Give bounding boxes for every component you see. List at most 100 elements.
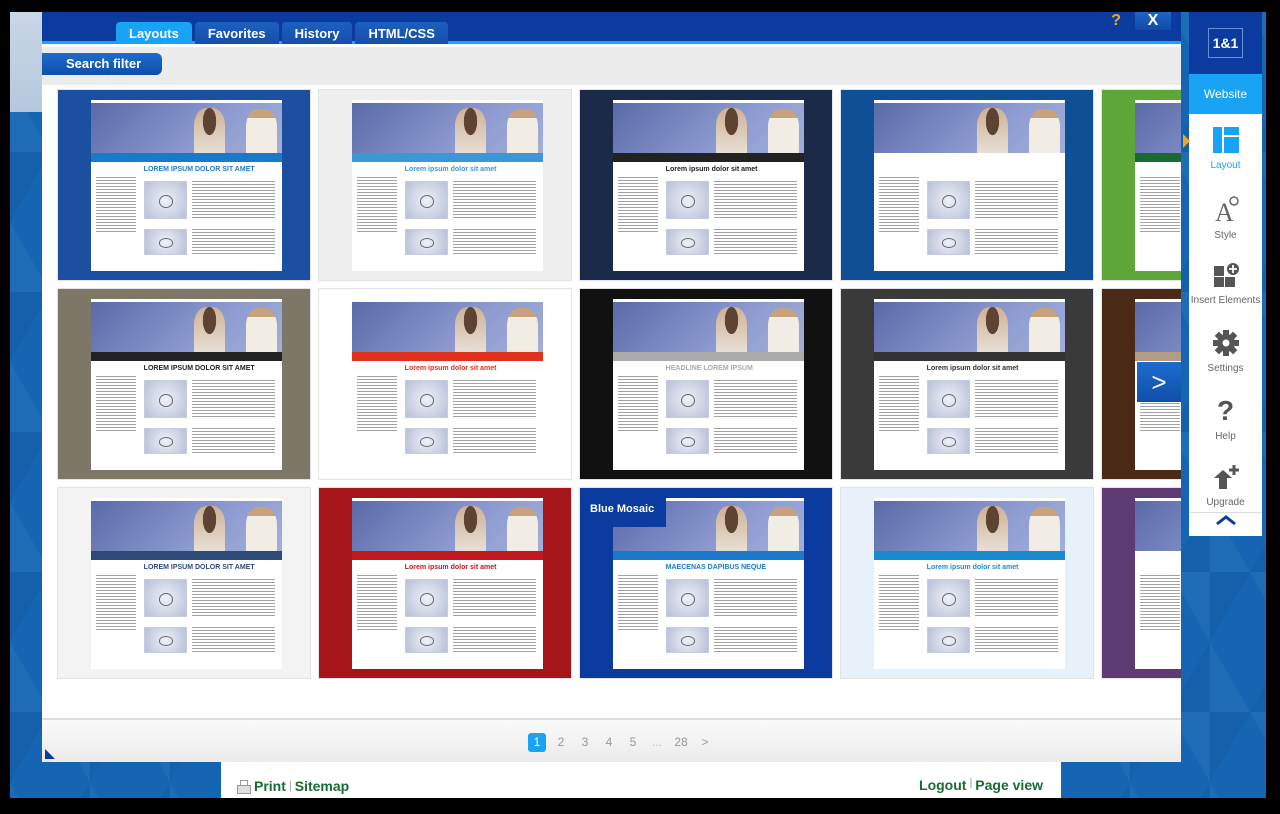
brand-area: 1&1 (1189, 12, 1262, 74)
template-nav (612, 550, 805, 560)
template-hero-image (1134, 501, 1181, 551)
template-thumbnail[interactable]: Lorem ipsum dolor sit amet (579, 89, 833, 281)
template-text (191, 181, 275, 220)
chevron-up-icon (1215, 515, 1236, 526)
sitemap-link[interactable]: Sitemap (295, 778, 349, 794)
template-heading: MAECENAS DAPIBUS NEQUE (665, 564, 767, 571)
print-link[interactable]: Print (254, 778, 286, 794)
template-nav (90, 152, 283, 162)
template-nav (1134, 351, 1181, 361)
page-link-2[interactable]: 2 (552, 733, 570, 752)
upgrade-icon (1213, 465, 1239, 489)
sidebar-item-upgrade[interactable]: Upgrade (1189, 464, 1262, 508)
template-sidebar (617, 575, 659, 633)
template-thumbnail[interactable]: Lorem ipsum dolor sit amet (318, 288, 572, 480)
page-link-1[interactable]: 1 (528, 733, 546, 752)
help-button[interactable]: ? (1111, 12, 1121, 30)
pagination-bar: 1 2 3 4 5... 28 > (42, 718, 1181, 762)
style-icon: A (1215, 196, 1239, 227)
next-page-arrow[interactable]: > (1137, 362, 1181, 402)
sidebar-item-help[interactable]: ? Help (1189, 395, 1262, 442)
template-text (713, 626, 797, 654)
template-thumbnail[interactable]: Lorem ipsum dolor sit amet (318, 89, 572, 281)
tab-history[interactable]: History (281, 22, 353, 44)
template-thumbnail[interactable]: Lorem ipsum (1101, 487, 1181, 679)
template-thumbnail[interactable]: Lorem ipsum dolor sit amet (840, 487, 1094, 679)
template-sidebar (356, 575, 398, 633)
template-thumbnail[interactable]: Lorem ipsum dolor sit amet (840, 288, 1094, 480)
template-hero-image (1134, 302, 1181, 352)
template-thumbnail[interactable]: LOREM IPSUM DOLOR SIT AMET (57, 89, 311, 281)
sidebar-item-style[interactable]: A Style (1189, 195, 1262, 241)
template-text (191, 228, 275, 256)
template-nav (351, 550, 544, 560)
template-hero-image (1134, 103, 1181, 153)
close-button[interactable]: X (1135, 12, 1171, 30)
template-hero-image (90, 501, 283, 551)
template-thumbnail[interactable]: Etiam sit amet (1101, 89, 1181, 281)
template-thumbnail[interactable]: HEADLINE LOREM IPSUM (579, 288, 833, 480)
page-link-4[interactable]: 4 (600, 733, 618, 752)
sidebar-item-settings[interactable]: Settings (1189, 330, 1262, 374)
filter-bar: Search filter (42, 47, 1181, 85)
template-text (191, 579, 275, 618)
tab-layouts[interactable]: Layouts (116, 22, 192, 44)
template-text (713, 427, 797, 455)
template-thumbnail[interactable]: Lorem ipsum dolor sit amet (318, 487, 572, 679)
template-hero-image (351, 103, 544, 153)
template-thumbnail[interactable]: MAECENAS DAPIBUS NEQUE Blue Mosaic (579, 487, 833, 679)
template-image (404, 228, 448, 256)
template-hero-image (90, 302, 283, 352)
template-hero-image (873, 103, 1066, 153)
template-image (665, 626, 709, 654)
template-text (713, 380, 797, 419)
template-nav (1134, 550, 1181, 560)
tab-favorites[interactable]: Favorites (194, 22, 279, 44)
sidebar-item-layout[interactable]: Layout (1189, 127, 1262, 171)
website-button[interactable]: Website (1189, 74, 1262, 114)
page-link-3[interactable]: 3 (576, 733, 594, 752)
template-image (143, 181, 187, 220)
resize-corner[interactable] (45, 749, 55, 759)
template-image (143, 228, 187, 256)
brand-logo: 1&1 (1207, 28, 1244, 58)
template-thumbnail[interactable]: LOREM IPSUM DOLOR SIT AMET (57, 288, 311, 480)
tab-html-css[interactable]: HTML/CSS (355, 22, 448, 44)
layout-icon (1212, 127, 1239, 153)
template-text (452, 626, 536, 654)
page-link-28[interactable]: 28 (672, 733, 690, 752)
logout-link[interactable]: Logout (919, 777, 966, 793)
template-text (713, 228, 797, 256)
template-hero-image (612, 302, 805, 352)
template-image (926, 626, 970, 654)
right-sidebar: 1&1 Website Layout A Style Insert Elemen… (1183, 12, 1262, 536)
template-heading: Lorem ipsum dolor sit amet (926, 365, 1019, 372)
insert-elements-icon (1213, 263, 1239, 287)
template-thumbnail[interactable]: Lorem ipsum dolor sit amet (840, 89, 1094, 281)
template-nav (351, 152, 544, 162)
template-heading: Lorem ipsum dolor sit amet (404, 365, 497, 372)
template-heading: LOREM IPSUM DOLOR SIT AMET (143, 564, 255, 571)
sidebar-item-label: Help (1215, 431, 1236, 442)
template-text (713, 579, 797, 618)
template-text (452, 228, 536, 256)
page-link-5[interactable]: 5 (624, 733, 642, 752)
template-image (926, 579, 970, 618)
template-text (713, 181, 797, 220)
template-text (974, 228, 1058, 256)
template-nav (873, 351, 1066, 361)
template-thumbnail[interactable]: LOREM IPSUM DOLOR SIT AMET (57, 487, 311, 679)
template-image (665, 579, 709, 618)
template-text (452, 181, 536, 220)
collapse-button[interactable] (1189, 512, 1262, 536)
dialog-header: Layouts Favorites History HTML/CSS ? X (42, 12, 1181, 44)
template-sidebar (617, 376, 659, 434)
template-heading: Lorem ipsum dolor sit amet (926, 564, 1019, 571)
sidebar-item-label: Style (1214, 230, 1237, 241)
sidebar-item-insert-elements[interactable]: Insert Elements (1189, 262, 1262, 306)
page-view-link[interactable]: Page view (975, 777, 1043, 793)
template-sidebar (1139, 177, 1181, 235)
next-page-link[interactable]: > (696, 733, 714, 752)
search-filter-button[interactable]: Search filter (42, 53, 162, 75)
template-image (404, 427, 448, 455)
